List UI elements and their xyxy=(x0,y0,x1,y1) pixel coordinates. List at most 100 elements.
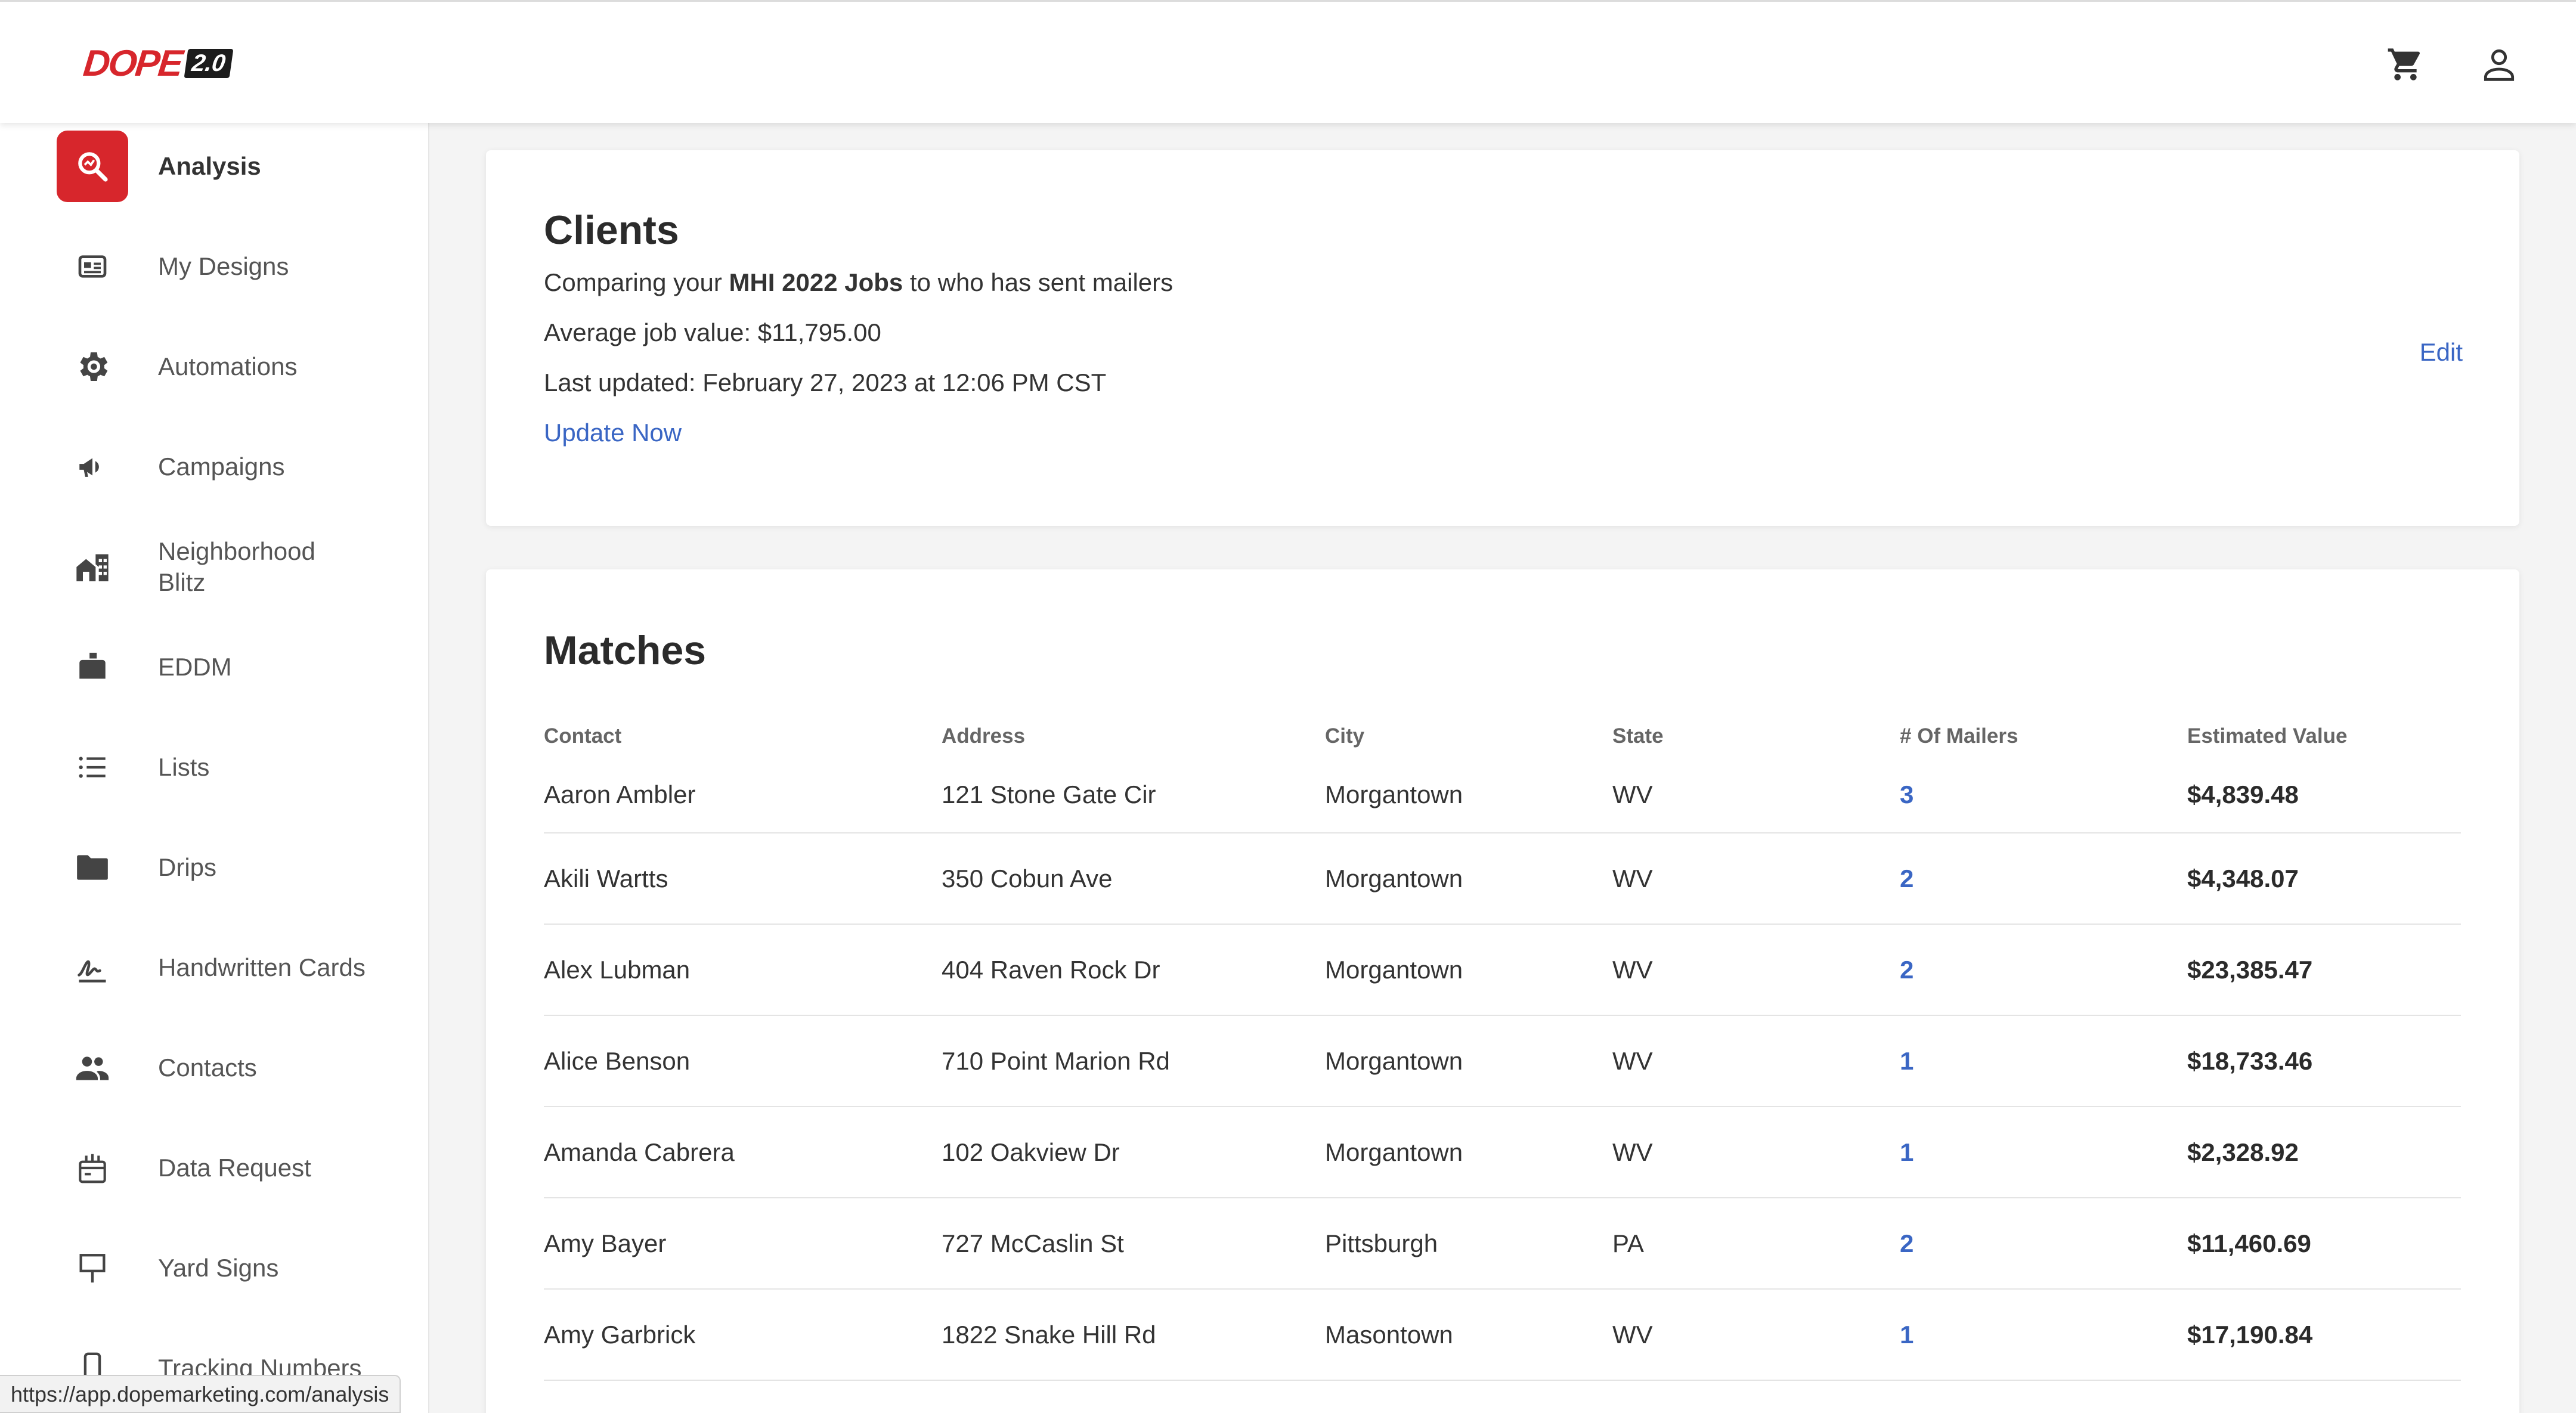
sidebar-item-label: Analysis xyxy=(158,152,261,180)
cell-city: Masontown xyxy=(1325,1320,1453,1349)
cell-state: WV xyxy=(1612,1046,1653,1075)
matches-table: Contact Address City State # Of Mailers … xyxy=(544,715,2461,1381)
column-header-address[interactable]: Address xyxy=(942,724,1325,748)
design-card-icon xyxy=(57,231,128,302)
gear-icon xyxy=(57,331,128,402)
matches-title: Matches xyxy=(544,628,707,673)
clients-title: Clients xyxy=(544,207,679,253)
table-row[interactable]: Amy Bayer 727 McCaslin St Pittsburgh PA … xyxy=(544,1198,2461,1290)
cell-mailers-link[interactable]: 2 xyxy=(1900,1229,2187,1258)
sidebar-item-label: EDDM xyxy=(158,653,232,681)
cell-contact: Amy Bayer xyxy=(544,1229,667,1257)
cell-estimated-value: $11,460.69 xyxy=(2187,1229,2311,1257)
table-row[interactable]: Akili Wartts 350 Cobun Ave Morgantown WV… xyxy=(544,833,2461,925)
list-icon xyxy=(57,732,128,803)
sidebar-item-label: My Designs xyxy=(158,252,289,280)
cell-address: 727 McCaslin St xyxy=(942,1229,1124,1257)
cell-estimated-value: $18,733.46 xyxy=(2187,1046,2313,1075)
cell-address: 404 Raven Rock Dr xyxy=(942,955,1160,984)
logo-version-badge: 2.0 xyxy=(184,48,233,78)
cell-state: WV xyxy=(1612,1320,1653,1349)
cell-address: 350 Cobun Ave xyxy=(942,864,1113,893)
cell-city: Morgantown xyxy=(1325,1046,1463,1075)
sidebar-item-label: Drips xyxy=(158,853,217,881)
sidebar-item-neighborhood-blitz[interactable]: Neighborhood Blitz xyxy=(57,531,414,603)
job-list-name: MHI 2022 Jobs xyxy=(729,268,903,296)
cell-contact: Amanda Cabrera xyxy=(544,1138,735,1166)
cell-state: WV xyxy=(1612,1138,1653,1166)
column-header-mailers[interactable]: # Of Mailers xyxy=(1900,724,2187,748)
sidebar-item-analysis[interactable]: Analysis xyxy=(57,131,414,202)
last-updated: Last updated: February 27, 2023 at 12:06… xyxy=(544,368,1107,396)
cell-contact: Alice Benson xyxy=(544,1046,691,1075)
cell-address: 121 Stone Gate Cir xyxy=(942,780,1156,808)
data-request-icon xyxy=(57,1132,128,1204)
cell-estimated-value: $23,385.47 xyxy=(2187,955,2313,984)
column-header-city[interactable]: City xyxy=(1325,724,1612,748)
table-row[interactable]: Alex Lubman 404 Raven Rock Dr Morgantown… xyxy=(544,925,2461,1016)
clients-card: Clients Comparing your MHI 2022 Jobs to … xyxy=(486,150,2519,526)
column-header-contact[interactable]: Contact xyxy=(544,724,942,748)
comparing-prefix: Comparing your xyxy=(544,268,729,296)
sidebar-item-my-designs[interactable]: My Designs xyxy=(57,231,414,302)
mailbox-icon xyxy=(57,631,128,703)
cell-contact: Amy Garbrick xyxy=(544,1320,696,1349)
table-row[interactable]: Alice Benson 710 Point Marion Rd Morgant… xyxy=(544,1016,2461,1107)
comparing-text: Comparing your MHI 2022 Jobs to who has … xyxy=(544,268,1173,297)
matches-card: Matches Contact Address City State # Of … xyxy=(486,569,2519,1413)
comparing-suffix: to who has sent mailers xyxy=(903,268,1174,296)
cell-city: Morgantown xyxy=(1325,955,1463,984)
sidebar-item-label: Yard Signs xyxy=(158,1254,279,1282)
sidebar-item-handwritten-cards[interactable]: Handwritten Cards xyxy=(57,932,414,1003)
cell-mailers-link[interactable]: 2 xyxy=(1900,956,2187,984)
cell-state: WV xyxy=(1612,955,1653,984)
sidebar-item-campaigns[interactable]: Campaigns xyxy=(57,431,414,503)
neighborhood-icon xyxy=(57,531,128,603)
table-row[interactable]: Aaron Ambler 121 Stone Gate Cir Morganto… xyxy=(544,757,2461,833)
cell-city: Morgantown xyxy=(1325,1138,1463,1166)
sidebar-item-eddm[interactable]: EDDM xyxy=(57,631,414,703)
cell-mailers-link[interactable]: 1 xyxy=(1900,1138,2187,1167)
account-icon[interactable] xyxy=(2478,44,2520,85)
table-header: Contact Address City State # Of Mailers … xyxy=(544,715,2461,757)
sidebar-item-automations[interactable]: Automations xyxy=(57,331,414,402)
sidebar-item-contacts[interactable]: Contacts xyxy=(57,1032,414,1104)
table-row[interactable]: Amanda Cabrera 102 Oakview Dr Morgantown… xyxy=(544,1107,2461,1198)
sidebar-item-yard-signs[interactable]: Yard Signs xyxy=(57,1232,414,1304)
table-row[interactable]: Amy Garbrick 1822 Snake Hill Rd Masontow… xyxy=(544,1290,2461,1381)
cell-mailers-link[interactable]: 2 xyxy=(1900,864,2187,893)
update-now-link[interactable]: Update Now xyxy=(544,419,682,447)
column-header-state[interactable]: State xyxy=(1612,724,1900,748)
cell-mailers-link[interactable]: 1 xyxy=(1900,1321,2187,1349)
top-header: DOPE 2.0 xyxy=(0,0,2576,123)
cell-estimated-value: $4,348.07 xyxy=(2187,864,2299,893)
cell-address: 102 Oakview Dr xyxy=(942,1138,1120,1166)
sidebar-item-label: Contacts xyxy=(158,1053,257,1082)
sidebar-item-drips[interactable]: Drips xyxy=(57,832,414,903)
logo-word: DOPE xyxy=(81,42,184,84)
yard-sign-icon xyxy=(57,1232,128,1304)
cell-mailers-link[interactable]: 1 xyxy=(1900,1047,2187,1076)
sidebar-item-data-request[interactable]: Data Request xyxy=(57,1132,414,1204)
megaphone-icon xyxy=(57,431,128,503)
column-header-estimated-value[interactable]: Estimated Value xyxy=(2187,724,2461,748)
cell-city: Morgantown xyxy=(1325,864,1463,893)
cell-estimated-value: $2,328.92 xyxy=(2187,1138,2299,1166)
average-job-value: Average job value: $11,795.00 xyxy=(544,318,881,346)
cell-city: Pittsburgh xyxy=(1325,1229,1438,1257)
cell-state: WV xyxy=(1612,780,1653,808)
cell-mailers-link[interactable]: 3 xyxy=(1900,780,2187,809)
sidebar-item-label: Handwritten Cards xyxy=(158,953,366,981)
edit-link[interactable]: Edit xyxy=(2420,338,2463,367)
sidebar-item-label: Campaigns xyxy=(158,453,285,481)
cell-estimated-value: $17,190.84 xyxy=(2187,1320,2313,1349)
cell-estimated-value: $4,839.48 xyxy=(2187,780,2299,808)
sidebar: Analysis My Designs Automations Campaign… xyxy=(0,123,429,1413)
sidebar-item-label: Neighborhood Blitz xyxy=(158,537,315,596)
sidebar-item-lists[interactable]: Lists xyxy=(57,732,414,803)
shopping-cart-icon[interactable] xyxy=(2385,44,2426,85)
dope-logo[interactable]: DOPE 2.0 xyxy=(81,42,233,84)
cell-contact: Akili Wartts xyxy=(544,864,668,893)
signature-icon xyxy=(57,932,128,1003)
cell-address: 1822 Snake Hill Rd xyxy=(942,1320,1156,1349)
